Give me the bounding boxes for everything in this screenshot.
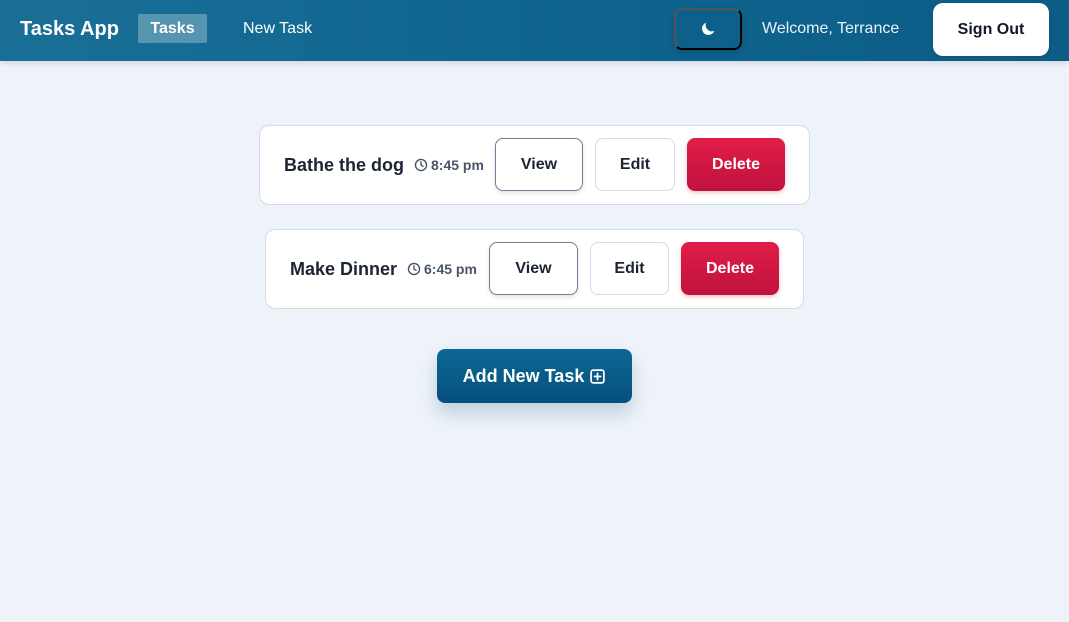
nav-link-tasks[interactable]: Tasks — [138, 14, 207, 43]
task-time: 8:45 pm — [414, 126, 484, 204]
delete-button[interactable]: Delete — [687, 138, 785, 191]
theme-toggle-button[interactable] — [674, 8, 742, 50]
task-card: Bathe the dog 8:45 pm View Edit Delete — [259, 125, 810, 205]
task-time-text: 8:45 pm — [431, 157, 484, 173]
clock-icon — [407, 262, 421, 276]
edit-button[interactable]: Edit — [595, 138, 675, 191]
add-new-task-label: Add New Task — [462, 365, 585, 386]
clock-icon — [414, 158, 428, 172]
view-button[interactable]: View — [489, 242, 578, 295]
welcome-text: Welcome, Terrance — [762, 20, 900, 37]
sign-out-button[interactable]: Sign Out — [933, 3, 1049, 56]
task-title: Make Dinner — [290, 259, 398, 279]
task-card: Make Dinner 6:45 pm View Edit Delete — [265, 229, 804, 309]
view-button[interactable]: View — [495, 138, 583, 191]
plus-square-icon — [590, 368, 606, 384]
delete-button[interactable]: Delete — [681, 242, 779, 295]
navbar: Tasks App Tasks New Task Welcome, Terran… — [0, 0, 1069, 61]
task-title: Bathe the dog — [284, 155, 404, 175]
task-time-text: 6:45 pm — [424, 261, 477, 277]
task-time: 6:45 pm — [407, 230, 477, 308]
brand-title[interactable]: Tasks App — [20, 0, 119, 58]
nav-link-new-task[interactable]: New Task — [231, 14, 324, 43]
add-new-task-button[interactable]: Add New Task — [437, 349, 632, 403]
moon-icon — [702, 22, 715, 35]
edit-button[interactable]: Edit — [590, 242, 669, 295]
